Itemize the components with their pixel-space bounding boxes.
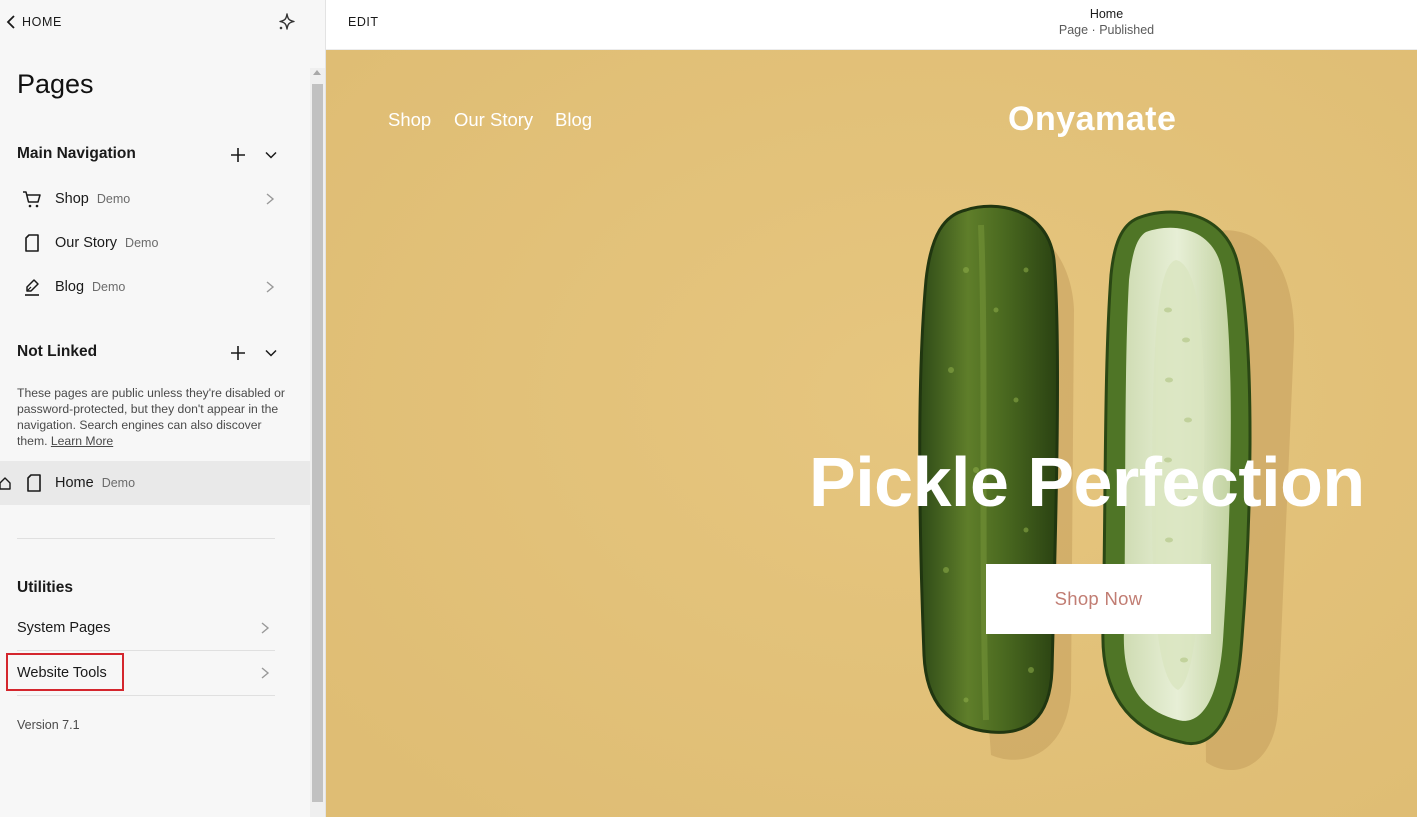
not-linked-note: These pages are public unless they're di…: [17, 385, 287, 449]
site-logo[interactable]: Onyamate: [1008, 100, 1176, 139]
utilities-heading: Utilities: [17, 579, 73, 596]
utility-system-pages[interactable]: System Pages: [17, 620, 111, 636]
page-icon: [25, 234, 39, 252]
editor-topbar: EDIT Home Page · Published: [326, 0, 1417, 50]
site-preview[interactable]: Shop Our Story Blog Onyamate Pickle Perf…: [326, 50, 1417, 817]
site-nav-blog[interactable]: Blog: [555, 109, 592, 131]
site-nav-our-story[interactable]: Our Story: [454, 109, 533, 131]
learn-more-link[interactable]: Learn More: [51, 434, 113, 448]
site-nav-shop[interactable]: Shop: [388, 109, 431, 131]
demo-tag: Demo: [101, 476, 136, 490]
version-label: Version 7.1: [17, 718, 80, 732]
current-page-name: Home: [1089, 7, 1124, 21]
pages-sidebar: HOME Pages Main Navigation Shop Demo Our …: [0, 0, 310, 817]
back-home-link[interactable]: HOME: [6, 13, 62, 31]
divider: [17, 695, 275, 696]
blog-edit-icon: [25, 279, 39, 296]
page-row-label: Home: [55, 475, 94, 491]
page-row-home[interactable]: Home Demo: [0, 461, 310, 505]
demo-tag: Demo: [96, 192, 131, 206]
nav-item-blog[interactable]: Blog Demo: [0, 269, 300, 305]
chevron-down-icon[interactable]: [264, 346, 278, 360]
page-status: Page · Published: [1058, 23, 1155, 37]
nav-item-label: Blog: [55, 279, 85, 295]
divider: [17, 650, 275, 651]
chevron-right-icon[interactable]: [264, 280, 276, 294]
nav-item-label: Shop: [55, 191, 89, 207]
hero-image-pickles: [326, 50, 1417, 817]
back-home-label: HOME: [22, 15, 62, 29]
page-title: Pages: [17, 69, 94, 99]
chevron-right-icon[interactable]: [264, 192, 276, 206]
cart-icon: [23, 191, 41, 208]
highlight-box: [6, 653, 124, 691]
nav-item-our-story[interactable]: Our Story Demo: [0, 225, 300, 261]
homepage-icon: [0, 477, 11, 490]
scrollbar-thumb[interactable]: [312, 84, 323, 802]
add-page-icon[interactable]: [230, 147, 246, 163]
chevron-down-icon[interactable]: [264, 148, 278, 162]
shop-now-button[interactable]: Shop Now: [986, 564, 1211, 634]
divider: [17, 538, 275, 539]
demo-tag: Demo: [125, 236, 159, 250]
main-navigation-heading: Main Navigation: [17, 145, 136, 162]
scroll-up-icon[interactable]: [313, 70, 321, 75]
hero-headline: Pickle Perfection: [809, 443, 1365, 521]
nav-item-shop[interactable]: Shop Demo: [0, 181, 300, 217]
chevron-left-icon: [6, 15, 15, 29]
not-linked-heading: Not Linked: [17, 343, 98, 360]
nav-item-label: Our Story: [55, 235, 118, 251]
add-page-icon[interactable]: [230, 345, 246, 361]
chevron-right-icon[interactable]: [259, 621, 271, 635]
demo-tag: Demo: [92, 280, 126, 294]
chevron-right-icon[interactable]: [259, 666, 271, 680]
sparkle-icon[interactable]: [276, 11, 298, 33]
page-icon: [27, 474, 41, 492]
